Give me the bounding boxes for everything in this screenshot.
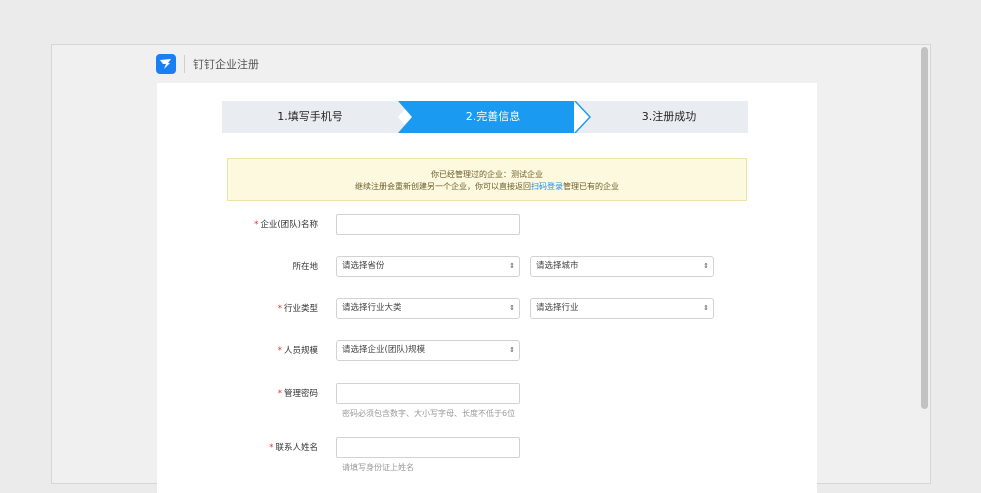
step-1-label: 1.填写手机号: [277, 110, 343, 123]
scrollbar[interactable]: [921, 47, 928, 409]
notice-text-suffix: 管理已有的企业: [563, 182, 619, 191]
required-mark: *: [254, 220, 259, 230]
industry-row: * 行业类型 请选择行业大类 ⇕ 请选择行业 ⇕: [157, 298, 817, 320]
industry-label-text: 行业类型: [283, 304, 318, 314]
registration-card: 1.填写手机号 2.完善信息 3.注册成功 你已经管理过的企业：测试企业 继续注…: [157, 83, 817, 493]
select-arrows-icon: ⇕: [509, 304, 515, 312]
password-label-text: 管理密码: [283, 389, 318, 399]
dingtalk-logo-icon: [156, 54, 176, 74]
required-mark: *: [277, 346, 282, 356]
notice-text-prefix: 继续注册会重新创建另一个企业，你可以直接返回: [355, 182, 531, 191]
staff-size-row: * 人员规模 请选择企业(团队)规模 ⇕: [157, 340, 817, 362]
browser-window: 钉钉企业注册 1.填写手机号 2.完善信息 3.注册成功 你已经管理过的企业：测…: [51, 44, 931, 493]
select-arrows-icon: ⇕: [703, 262, 709, 270]
industry-select[interactable]: 请选择行业 ⇕: [530, 298, 714, 319]
industry-category-select[interactable]: 请选择行业大类 ⇕: [336, 298, 520, 319]
step-progress: 1.填写手机号 2.完善信息 3.注册成功: [222, 101, 748, 133]
app-title: 钉钉企业注册: [193, 58, 259, 71]
city-select-value: 请选择城市: [536, 261, 579, 271]
staff-size-label: * 人员规模: [157, 340, 318, 362]
required-mark: *: [277, 304, 282, 314]
required-mark: *: [277, 389, 282, 399]
notice-line-2: 继续注册会重新创建另一个企业，你可以直接返回扫码登录管理已有的企业: [228, 181, 746, 193]
scan-login-link[interactable]: 扫码登录: [531, 182, 563, 191]
password-input[interactable]: [336, 383, 520, 404]
password-row: * 管理密码 密码必须包含数字、大小写字母、长度不低于6位: [157, 383, 817, 423]
staff-size-select-value: 请选择企业(团队)规模: [342, 345, 426, 355]
select-arrows-icon: ⇕: [509, 262, 515, 270]
contact-name-label: * 联系人姓名: [157, 437, 318, 459]
contact-name-hint: 请填写身份证上姓名: [342, 463, 414, 472]
company-name-row: * 企业(团队)名称: [157, 214, 817, 236]
company-name-label-text: 企业(团队)名称: [260, 220, 318, 230]
industry-label: * 行业类型: [157, 298, 318, 320]
password-hint: 密码必须包含数字、大小写字母、长度不低于6位: [342, 409, 516, 418]
company-name-input[interactable]: [336, 214, 520, 235]
location-label: 所在地: [292, 262, 318, 272]
select-arrows-icon: ⇕: [703, 304, 709, 312]
company-name-label: * 企业(团队)名称: [157, 214, 318, 236]
contact-name-input[interactable]: [336, 437, 520, 458]
city-select[interactable]: 请选择城市 ⇕: [530, 256, 714, 277]
province-select-value: 请选择省份: [342, 261, 385, 271]
app-header: 钉钉企业注册: [156, 53, 259, 75]
password-label: * 管理密码: [157, 383, 318, 405]
staff-size-label-text: 人员规模: [283, 346, 318, 356]
header-divider: [184, 55, 185, 73]
notice-line-1: 你已经管理过的企业：测试企业: [431, 170, 543, 179]
contact-name-row: * 联系人姓名 请填写身份证上姓名: [157, 437, 817, 477]
existing-company-notice: 你已经管理过的企业：测试企业 继续注册会重新创建另一个企业，你可以直接返回扫码登…: [227, 158, 747, 201]
select-arrows-icon: ⇕: [509, 346, 515, 354]
step-2-label: 2.完善信息: [465, 110, 521, 123]
province-select[interactable]: 请选择省份 ⇕: [336, 256, 520, 277]
staff-size-select[interactable]: 请选择企业(团队)规模 ⇕: [336, 340, 520, 361]
contact-name-label-text: 联系人姓名: [275, 443, 318, 453]
step-3-label: 3.注册成功: [641, 110, 697, 123]
location-row: 所在地 请选择省份 ⇕ 请选择城市 ⇕: [157, 256, 817, 278]
required-mark: *: [269, 443, 274, 453]
industry-select-value: 请选择行业: [536, 303, 579, 313]
industry-category-value: 请选择行业大类: [342, 303, 402, 313]
